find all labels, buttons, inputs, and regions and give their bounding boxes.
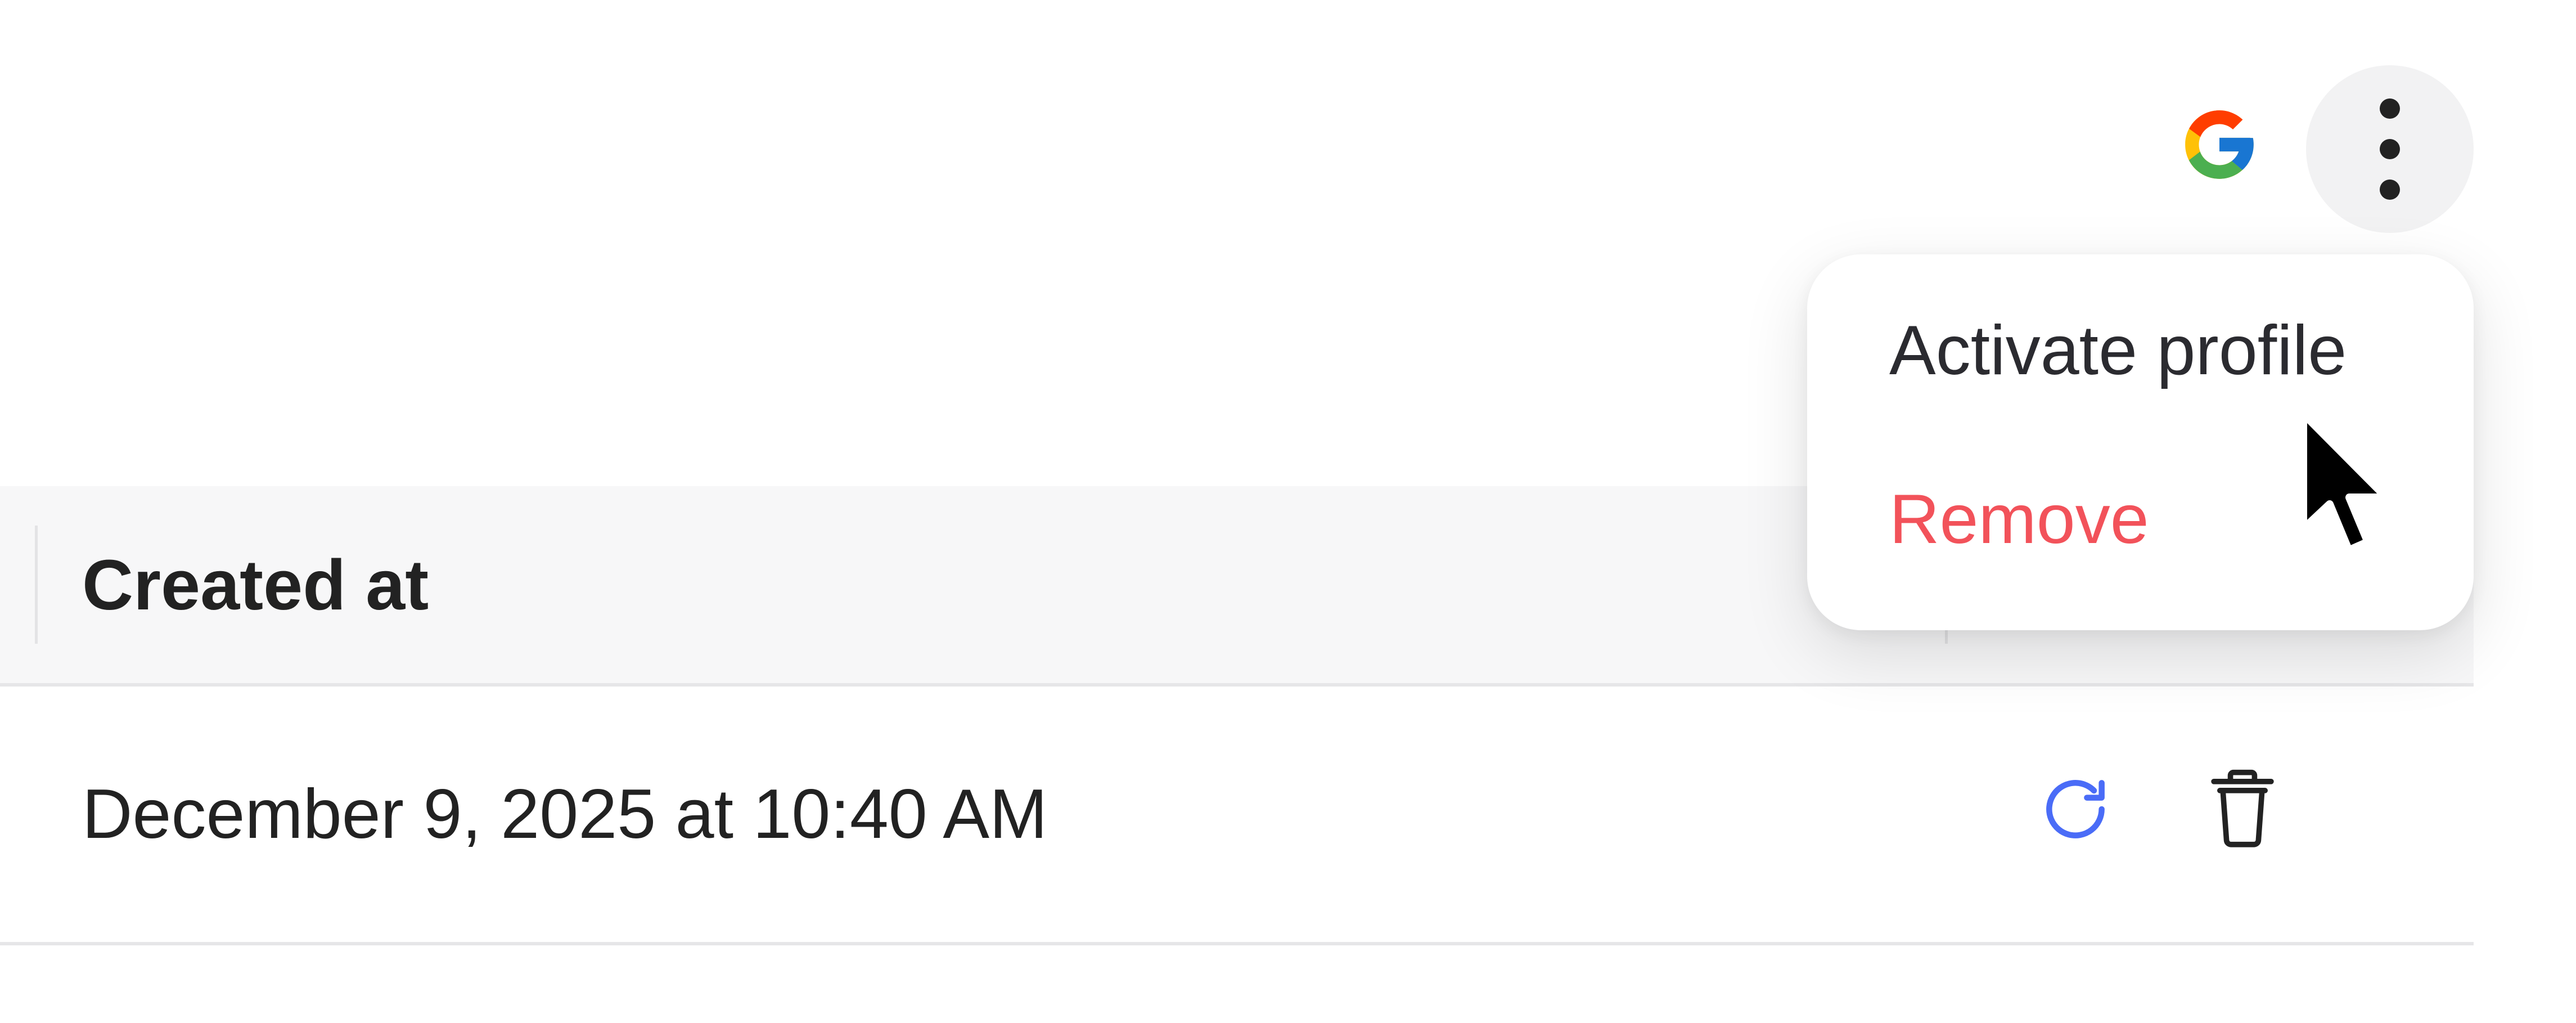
more-menu-button[interactable]: [2306, 65, 2474, 233]
refresh-button[interactable]: [2036, 770, 2115, 849]
created-at-cell: December 9, 2025 at 10:40 AM: [82, 775, 1048, 853]
delete-button[interactable]: [2206, 766, 2279, 851]
table-row: December 9, 2025 at 10:40 AM: [0, 687, 2474, 945]
menu-item-remove[interactable]: Remove: [1889, 479, 2149, 559]
refresh-icon: [2046, 780, 2105, 838]
column-divider: [35, 526, 38, 644]
trash-icon: [2211, 769, 2274, 847]
google-logo-icon: [2178, 104, 2260, 186]
menu-item-activate-profile[interactable]: Activate profile: [1889, 311, 2347, 391]
mouse-cursor-icon: [2295, 405, 2402, 563]
more-vertical-icon: [2380, 98, 2400, 200]
page: Created at December 9, 2025 at 10:40 AM …: [0, 0, 2576, 1023]
column-header-created-at[interactable]: Created at: [82, 486, 429, 683]
